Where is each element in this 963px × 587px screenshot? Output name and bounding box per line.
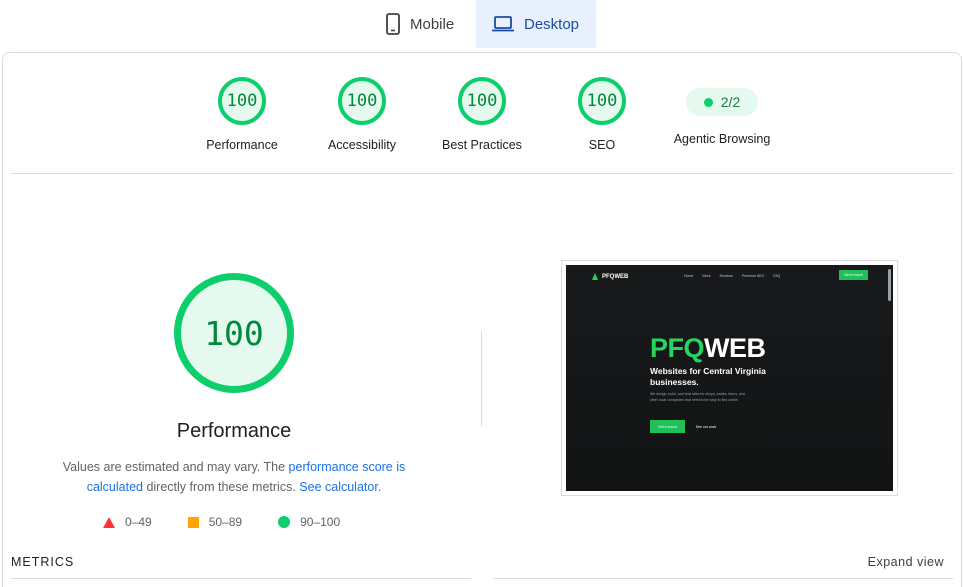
desc-text: directly from these metrics.: [142, 480, 300, 494]
preview-hero-body: We design, build, and host sites for sho…: [650, 392, 745, 402]
divider: [11, 173, 953, 174]
accessibility-gauge: 100: [338, 77, 386, 125]
preview-secondary-button: See our work: [695, 424, 717, 429]
category-agentic-browsing[interactable]: 2/2 Agentic Browsing: [652, 77, 792, 146]
category-label: Best Practices: [442, 138, 522, 152]
performance-main-gauge: 100: [174, 273, 294, 393]
tab-mobile[interactable]: Mobile: [372, 0, 476, 48]
logo-mark-icon: [592, 273, 598, 280]
hero-title-green: PFQ: [650, 333, 705, 363]
category-label: Accessibility: [327, 138, 397, 152]
preview-nav: Home Work Services Premium SEO FAQ: [684, 274, 780, 278]
laptop-icon: [492, 16, 514, 32]
category-best-practices[interactable]: 100 Best Practices: [412, 77, 552, 152]
tab-mobile-label: Mobile: [410, 15, 455, 33]
preview-hero-title: PFQWEB: [650, 333, 766, 364]
page-screenshot-image: PFQWEB Home Work Services Premium SEO FA…: [566, 265, 893, 491]
preview-nav-link: Home: [684, 274, 694, 278]
pass-dot-icon: [703, 97, 713, 107]
vertical-divider: [481, 331, 482, 427]
legend-range: 50–89: [208, 515, 243, 529]
agentic-value: 2/2: [720, 94, 741, 110]
metrics-divider: [11, 578, 471, 579]
performance-title: Performance: [176, 420, 292, 442]
preview-nav-link: Services: [719, 274, 733, 278]
category-seo[interactable]: 100 SEO: [532, 77, 672, 152]
device-tabs: Mobile Desktop: [0, 0, 963, 48]
category-label: SEO: [588, 138, 616, 152]
green-circle-icon: [278, 516, 291, 528]
performance-description: Values are estimated and may vary. The p…: [49, 457, 419, 497]
see-calculator-link[interactable]: See calculator: [299, 480, 378, 494]
legend-range: 90–100: [300, 515, 341, 529]
red-triangle-icon: [103, 516, 115, 528]
legend-average: 50–89: [187, 515, 243, 529]
agentic-badge: 2/2: [686, 88, 758, 116]
desc-text: .: [377, 480, 382, 494]
tab-desktop[interactable]: Desktop: [476, 0, 596, 48]
legend-range: 0–49: [125, 515, 152, 529]
orange-square-icon: [187, 516, 199, 528]
hero-title-white: WEB: [704, 333, 766, 363]
preview-nav-cta: Get in touch: [839, 270, 868, 280]
category-label: Performance: [206, 138, 278, 152]
preview-nav-link: Premium SEO: [741, 274, 765, 278]
final-screenshot[interactable]: PFQWEB Home Work Services Premium SEO FA…: [561, 260, 898, 496]
best-practices-gauge: 100: [458, 77, 506, 125]
category-performance[interactable]: 100 Performance: [172, 77, 312, 152]
metrics-divider: [493, 578, 953, 579]
preview-logo-text: PFQWEB: [602, 273, 629, 280]
legend-pass: 90–100: [278, 515, 340, 529]
seo-gauge: 100: [578, 77, 626, 125]
preview-primary-button: Get in touch: [650, 420, 685, 433]
report-panel: 100 Performance 100 Accessibility 100 Be…: [2, 52, 962, 587]
metrics-heading: METRICS: [11, 555, 75, 569]
tab-desktop-label: Desktop: [524, 15, 580, 33]
expand-view-toggle[interactable]: Expand view: [868, 555, 944, 569]
performance-gauge: 100: [218, 77, 266, 125]
category-accessibility[interactable]: 100 Accessibility: [292, 77, 432, 152]
preview-logo: PFQWEB: [592, 273, 628, 280]
desc-text: Values are estimated and may vary. The: [62, 460, 289, 474]
legend-fail: 0–49: [103, 515, 152, 529]
score-legend: 0–49 50–89 90–100: [103, 515, 376, 529]
preview-hero-subtitle: Websites for Central Virginia businesses…: [650, 366, 766, 387]
preview-nav-link: FAQ: [773, 274, 781, 278]
category-label: Agentic Browsing: [673, 132, 771, 146]
preview-nav-link: Work: [702, 274, 711, 278]
screenshot-scrollbar: [888, 269, 891, 301]
mobile-phone-icon: [386, 13, 400, 35]
